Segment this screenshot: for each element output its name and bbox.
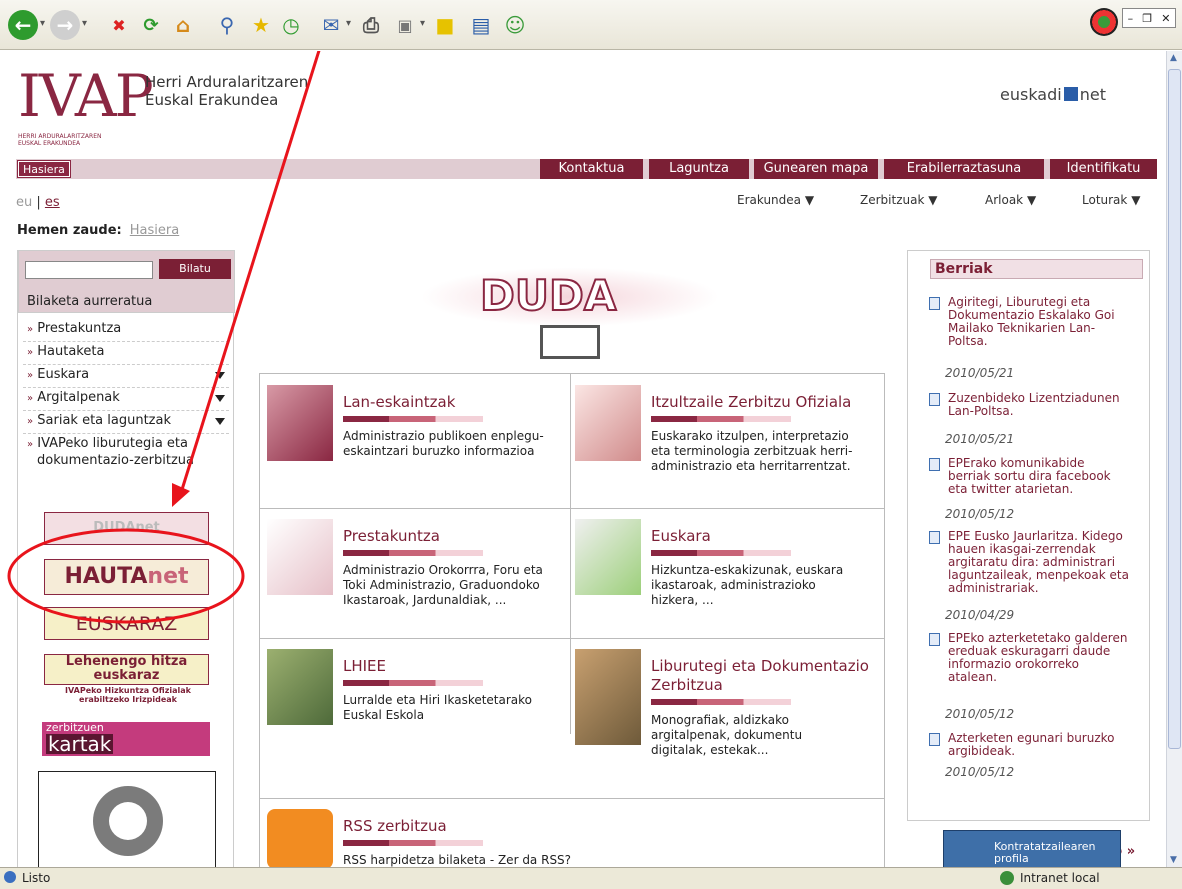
- close-icon[interactable]: ✕: [1161, 12, 1170, 25]
- scroll-up-icon[interactable]: ▲: [1170, 53, 1177, 63]
- home-icon[interactable]: ⌂: [168, 10, 198, 40]
- stop-icon[interactable]: ✖: [104, 10, 134, 40]
- intranet-icon: [1000, 871, 1014, 885]
- status-text: Listo: [22, 871, 51, 885]
- print-icon[interactable]: ⎙: [356, 10, 386, 40]
- history-icon[interactable]: ◷: [276, 10, 306, 40]
- edit-icon[interactable]: ▣: [390, 10, 420, 40]
- annotation-overlay: [7, 51, 321, 624]
- search-icon[interactable]: ⚲: [212, 10, 242, 40]
- window-controls[interactable]: – ❐ ✕: [1122, 8, 1176, 28]
- back-icon[interactable]: ←: [8, 10, 38, 40]
- zone-text: Intranet local: [1020, 871, 1100, 885]
- back-dropdown-icon[interactable]: ▾: [40, 18, 45, 29]
- notes-icon[interactable]: ■: [430, 10, 460, 40]
- scroll-down-icon[interactable]: ▼: [1170, 855, 1177, 865]
- vertical-scrollbar[interactable]: ▲ ▼: [1166, 51, 1182, 867]
- browser-toolbar: ← ▾ → ▾ ✖ ⟳ ⌂ ⚲ ★ ◷ ✉ ▾ ⎙ ▣ ▾ ■ ▤ ☺ – ❐ ✕: [0, 0, 1182, 50]
- annotation-circle: [7, 528, 245, 624]
- minimize-icon[interactable]: –: [1128, 12, 1134, 25]
- restore-icon[interactable]: ❐: [1142, 12, 1152, 25]
- mail-dropdown-icon[interactable]: ▾: [346, 18, 351, 29]
- scrollbar-thumb[interactable]: [1168, 69, 1181, 749]
- web-page: IVAP HERRI ARDURALARITZAREN EUSKAL ERAKUN…: [0, 51, 1166, 867]
- edit-dropdown-icon[interactable]: ▾: [420, 18, 425, 29]
- mail-icon[interactable]: ✉: [316, 10, 346, 40]
- status-bar: Listo Intranet local: [0, 867, 1182, 889]
- windows-logo-icon: [1090, 8, 1118, 36]
- annotation-arrow: [178, 51, 321, 497]
- annotation-arrowhead: [172, 483, 190, 507]
- refresh-icon[interactable]: ⟳: [136, 10, 166, 40]
- research-icon[interactable]: ▤: [466, 10, 496, 40]
- favorites-icon[interactable]: ★: [246, 10, 276, 40]
- forward-dropdown-icon[interactable]: ▾: [82, 18, 87, 29]
- messenger-icon[interactable]: ☺: [500, 10, 530, 40]
- forward-icon[interactable]: →: [50, 10, 80, 40]
- page-icon: [4, 871, 16, 883]
